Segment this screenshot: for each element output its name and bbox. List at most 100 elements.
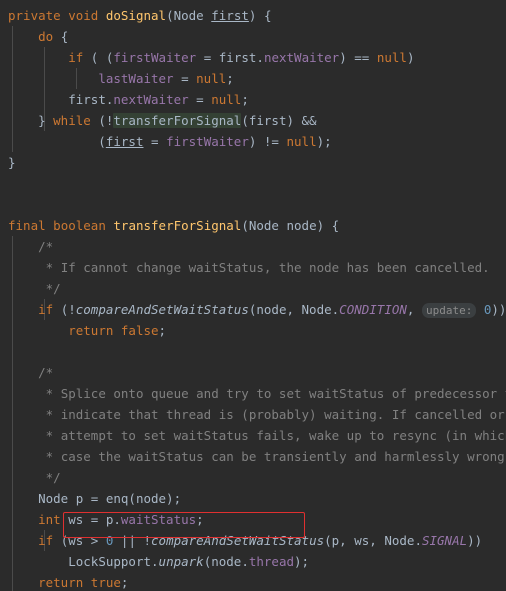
code-token: Node (38, 491, 69, 506)
keyword-token: return (68, 323, 114, 338)
code-token: ; (196, 512, 204, 527)
code-editor-pane[interactable]: private void doSignal(Node first) { do {… (0, 0, 506, 591)
code-token: ; (120, 575, 129, 590)
code-token: ; (226, 71, 234, 86)
code-token: first (218, 50, 257, 65)
code-token: ) { (248, 8, 272, 23)
code-line[interactable]: if (ws > 0 || !compareAndSetWaitStatus(p… (0, 530, 506, 551)
code-line[interactable]: (first = firstWaiter) != null); (0, 131, 506, 152)
method-name-token: transferForSignal (113, 218, 242, 233)
code-token: )) (467, 533, 483, 548)
code-line[interactable] (0, 194, 506, 215)
code-token: ( (8, 134, 106, 149)
code-token: compareAndSetWaitStatus (151, 533, 325, 548)
comment-token: * If cannot change waitStatus, the node … (45, 260, 490, 275)
code-token: Node (173, 8, 204, 23)
code-line[interactable]: } (0, 152, 506, 173)
code-token: node) { (278, 218, 340, 233)
comment-token: * case the waitStatus can be transiently… (45, 449, 506, 464)
code-token: Node (301, 302, 332, 317)
code-token: firstWaiter (113, 50, 197, 65)
keyword-token: do (38, 29, 54, 44)
code-line[interactable]: /* (0, 362, 506, 383)
code-token: nextWaiter (263, 50, 340, 65)
code-line[interactable]: * Splice onto queue and try to set waitS… (0, 383, 506, 404)
comment-token: */ (45, 281, 61, 296)
code-line[interactable]: * If cannot change waitStatus, the node … (0, 257, 506, 278)
code-line[interactable]: int ws = p.waitStatus; (0, 509, 506, 530)
code-token: first (248, 113, 287, 128)
code-token: ( (166, 8, 174, 23)
code-token: CONDITION (339, 302, 407, 317)
code-token: LockSupport (68, 554, 152, 569)
code-line[interactable]: */ (0, 467, 506, 488)
code-line[interactable]: Node p = enq(node); (0, 488, 506, 509)
code-token: (p, ws, (324, 533, 385, 548)
code-line[interactable]: } while (!transferForSignal(first) && (0, 110, 506, 131)
code-token: ) != (248, 134, 287, 149)
code-token: ) (406, 50, 415, 65)
code-token: first (68, 92, 106, 107)
code-token: waitStatus (120, 512, 197, 527)
code-token: (! (90, 113, 114, 128)
keyword-token: null (196, 71, 227, 86)
code-token: Node (248, 218, 279, 233)
code-token: . (256, 50, 264, 65)
code-line[interactable]: * case the waitStatus can be transiently… (0, 446, 506, 467)
code-token: Node (384, 533, 415, 548)
code-line[interactable]: private void doSignal(Node first) { (0, 5, 506, 26)
code-line[interactable]: */ (0, 278, 506, 299)
code-token: } (8, 155, 16, 170)
code-line[interactable] (0, 173, 506, 194)
code-token: (node. (203, 554, 249, 569)
keyword-token: true (90, 575, 121, 590)
code-line[interactable]: /* (0, 236, 506, 257)
code-token: ( ( (83, 50, 114, 65)
usage-highlight-token: transferForSignal (113, 113, 242, 128)
code-line[interactable]: first.nextWaiter = null; (0, 89, 506, 110)
code-line[interactable]: return false; (0, 320, 506, 341)
code-token: ( (241, 218, 249, 233)
code-line[interactable]: do { (0, 26, 506, 47)
keyword-token: if (38, 302, 54, 317)
comment-token: * attempt to set waitStatus fails, wake … (45, 428, 506, 443)
keyword-token: null (211, 92, 242, 107)
code-line[interactable]: if (!compareAndSetWaitStatus(node, Node.… (0, 299, 506, 320)
code-line[interactable]: return true; (0, 572, 506, 591)
code-line[interactable]: * indicate that thread is (probably) wai… (0, 404, 506, 425)
code-token: = (173, 71, 197, 86)
code-line[interactable]: lastWaiter = null; (0, 68, 506, 89)
code-token: . (151, 554, 159, 569)
code-token: = (188, 92, 212, 107)
code-line[interactable]: if ( (firstWaiter = first.nextWaiter) ==… (0, 47, 506, 68)
code-token: ); (294, 554, 310, 569)
keyword-token: return (38, 575, 84, 590)
inline-parameter-hint[interactable]: update: (421, 303, 477, 318)
code-line[interactable]: * attempt to set waitStatus fails, wake … (0, 425, 506, 446)
keyword-token: null (376, 50, 407, 65)
code-token: , (406, 302, 422, 317)
keyword-token: while (53, 113, 91, 128)
keyword-token: if (38, 533, 54, 548)
keyword-token: null (286, 134, 317, 149)
code-token: lastWaiter (98, 71, 174, 86)
code-content[interactable]: private void doSignal(Node first) { do {… (0, 5, 506, 591)
code-line[interactable] (0, 341, 506, 362)
comment-token: /* (38, 365, 54, 380)
code-token: compareAndSetWaitStatus (75, 302, 249, 317)
code-line[interactable]: LockSupport.unpark(node.thread); (0, 551, 506, 572)
comment-token: /* (38, 239, 54, 254)
keyword-token: int (38, 512, 61, 527)
code-line[interactable]: final boolean transferForSignal(Node nod… (0, 215, 506, 236)
keyword-token: false (120, 323, 159, 338)
code-token: ; (241, 92, 249, 107)
